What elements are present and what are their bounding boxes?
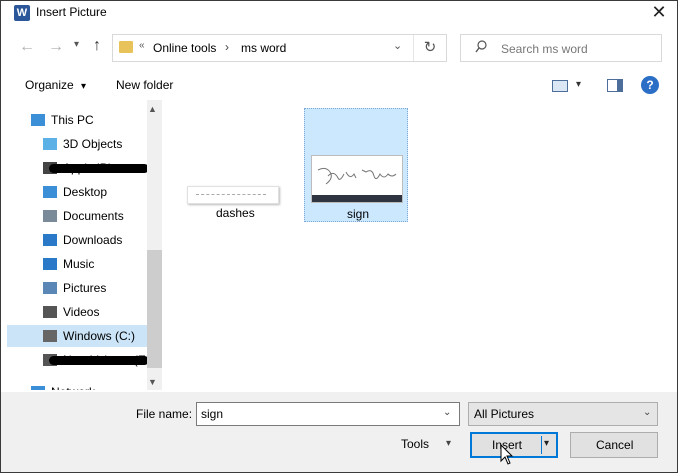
view-options-dropdown-icon[interactable]: ▾ <box>576 79 581 90</box>
change-view-icon[interactable] <box>552 80 568 92</box>
search-box[interactable]: Search ms word <box>460 34 662 62</box>
sidebar-item-3d-objects[interactable]: 3D Objects <box>7 133 157 155</box>
split-divider <box>541 436 542 454</box>
signature-graphic <box>317 167 397 185</box>
sidebar-item-label: Documents <box>63 209 124 223</box>
music-icon <box>43 258 57 270</box>
network-icon <box>31 386 45 390</box>
file-type-select[interactable]: All Pictures ⌄ <box>468 402 658 426</box>
breadcrumb-online-tools[interactable]: Online tools <box>153 41 216 55</box>
breadcrumb-separator-icon[interactable]: › <box>225 40 229 54</box>
navigation-pane[interactable]: This PC 3D Objects Apple iPhone Desktop Docu… <box>7 100 162 390</box>
thumbnail-footer-bar <box>312 195 402 202</box>
sidebar-item-documents[interactable]: Documents <box>7 205 157 227</box>
file-item-dashes[interactable]: dashes <box>187 180 281 224</box>
drive-icon <box>43 330 57 342</box>
file-item-sign[interactable]: sign <box>304 108 408 222</box>
documents-icon <box>43 210 57 222</box>
search-icon <box>475 40 487 53</box>
file-type-value: All Pictures <box>474 407 535 421</box>
mouse-pointer-icon <box>500 444 514 465</box>
file-name-history-icon[interactable]: ⌄ <box>443 407 451 418</box>
scroll-down-icon[interactable]: ▼ <box>148 377 157 387</box>
window-title: Insert Picture <box>36 5 107 19</box>
cancel-button[interactable]: Cancel <box>570 432 658 458</box>
sidebar-item-videos[interactable]: Videos <box>7 301 157 323</box>
refresh-icon[interactable]: ↻ <box>413 35 446 61</box>
sidebar-item-label: Network <box>51 381 95 390</box>
sidebar-item-new-volume-e[interactable]: New Volume (E:) <box>7 349 157 371</box>
insert-button[interactable]: Insert ▾ <box>470 432 558 458</box>
file-name-label: dashes <box>216 206 255 220</box>
pc-icon <box>31 114 45 126</box>
address-bar[interactable]: « Online tools › ms word ⌄ ↻ <box>112 34 447 62</box>
organize-button[interactable]: Organize ▾ <box>25 78 86 92</box>
cube-icon <box>43 138 57 150</box>
sidebar-item-apple-iphone[interactable]: Apple iPhone <box>7 157 157 179</box>
file-list[interactable] <box>163 100 673 390</box>
pictures-icon <box>43 282 57 294</box>
sidebar-item-network[interactable]: Network <box>7 381 157 390</box>
videos-icon <box>43 306 57 318</box>
file-thumbnail <box>311 155 403 203</box>
file-name-value: sign <box>201 407 224 421</box>
back-arrow-icon[interactable]: ← <box>19 38 35 56</box>
insert-options-dropdown-icon[interactable]: ▾ <box>544 438 549 449</box>
breadcrumb-ms-word[interactable]: ms word <box>241 41 286 55</box>
search-input[interactable]: Search ms word <box>501 42 588 56</box>
redaction-mark <box>49 356 149 365</box>
sidebar-item-label: 3D Objects <box>63 137 123 151</box>
cancel-label: Cancel <box>596 438 634 452</box>
sidebar-item-desktop[interactable]: Desktop <box>7 181 157 203</box>
up-arrow-icon[interactable]: ↑ <box>93 37 101 55</box>
file-name-label: sign <box>347 207 370 221</box>
nav-scrollbar-thumb[interactable] <box>147 250 162 368</box>
scroll-up-icon[interactable]: ▲ <box>148 104 157 114</box>
sidebar-item-this-pc[interactable]: This PC <box>7 109 157 131</box>
sidebar-item-label: Windows (C:) <box>63 329 136 343</box>
word-app-icon: W <box>14 5 30 21</box>
sidebar-item-windows-c[interactable]: Windows (C:) <box>7 325 157 347</box>
forward-arrow-icon[interactable]: → <box>48 38 64 56</box>
redaction-mark <box>49 164 149 173</box>
sidebar-item-label: Music <box>63 257 95 271</box>
tools-button[interactable]: Tools <box>401 437 429 451</box>
organize-label: Organize <box>25 78 74 92</box>
preview-pane-icon[interactable] <box>607 79 623 92</box>
address-dropdown-icon[interactable]: ⌄ <box>393 39 402 52</box>
breadcrumb-overflow-icon[interactable]: « <box>139 40 145 51</box>
sidebar-item-label: Downloads <box>63 233 123 247</box>
sidebar-item-label: Desktop <box>63 185 108 199</box>
sidebar-item-pictures[interactable]: Pictures <box>7 277 157 299</box>
chevron-down-icon: ⌄ <box>643 407 652 418</box>
new-folder-button[interactable]: New folder <box>116 78 173 92</box>
file-thumbnail <box>187 186 279 204</box>
tools-dropdown-icon[interactable]: ▾ <box>446 438 451 449</box>
download-icon <box>43 234 57 246</box>
help-icon[interactable]: ? <box>641 76 659 94</box>
file-name-field-label: File name: <box>136 407 193 421</box>
sidebar-item-label: Videos <box>63 305 100 319</box>
close-icon[interactable]: ✕ <box>648 0 670 24</box>
chevron-down-icon: ▾ <box>81 81 87 92</box>
recent-locations-chevron-icon[interactable]: ▾ <box>74 39 79 50</box>
sidebar-item-label: This PC <box>51 113 94 127</box>
sidebar-item-music[interactable]: Music <box>7 253 157 275</box>
file-name-input[interactable]: sign ⌄ <box>196 402 460 426</box>
sidebar-item-downloads[interactable]: Downloads <box>7 229 157 251</box>
folder-icon <box>119 41 133 53</box>
desktop-icon <box>43 186 57 198</box>
sidebar-item-label: Pictures <box>63 281 107 295</box>
